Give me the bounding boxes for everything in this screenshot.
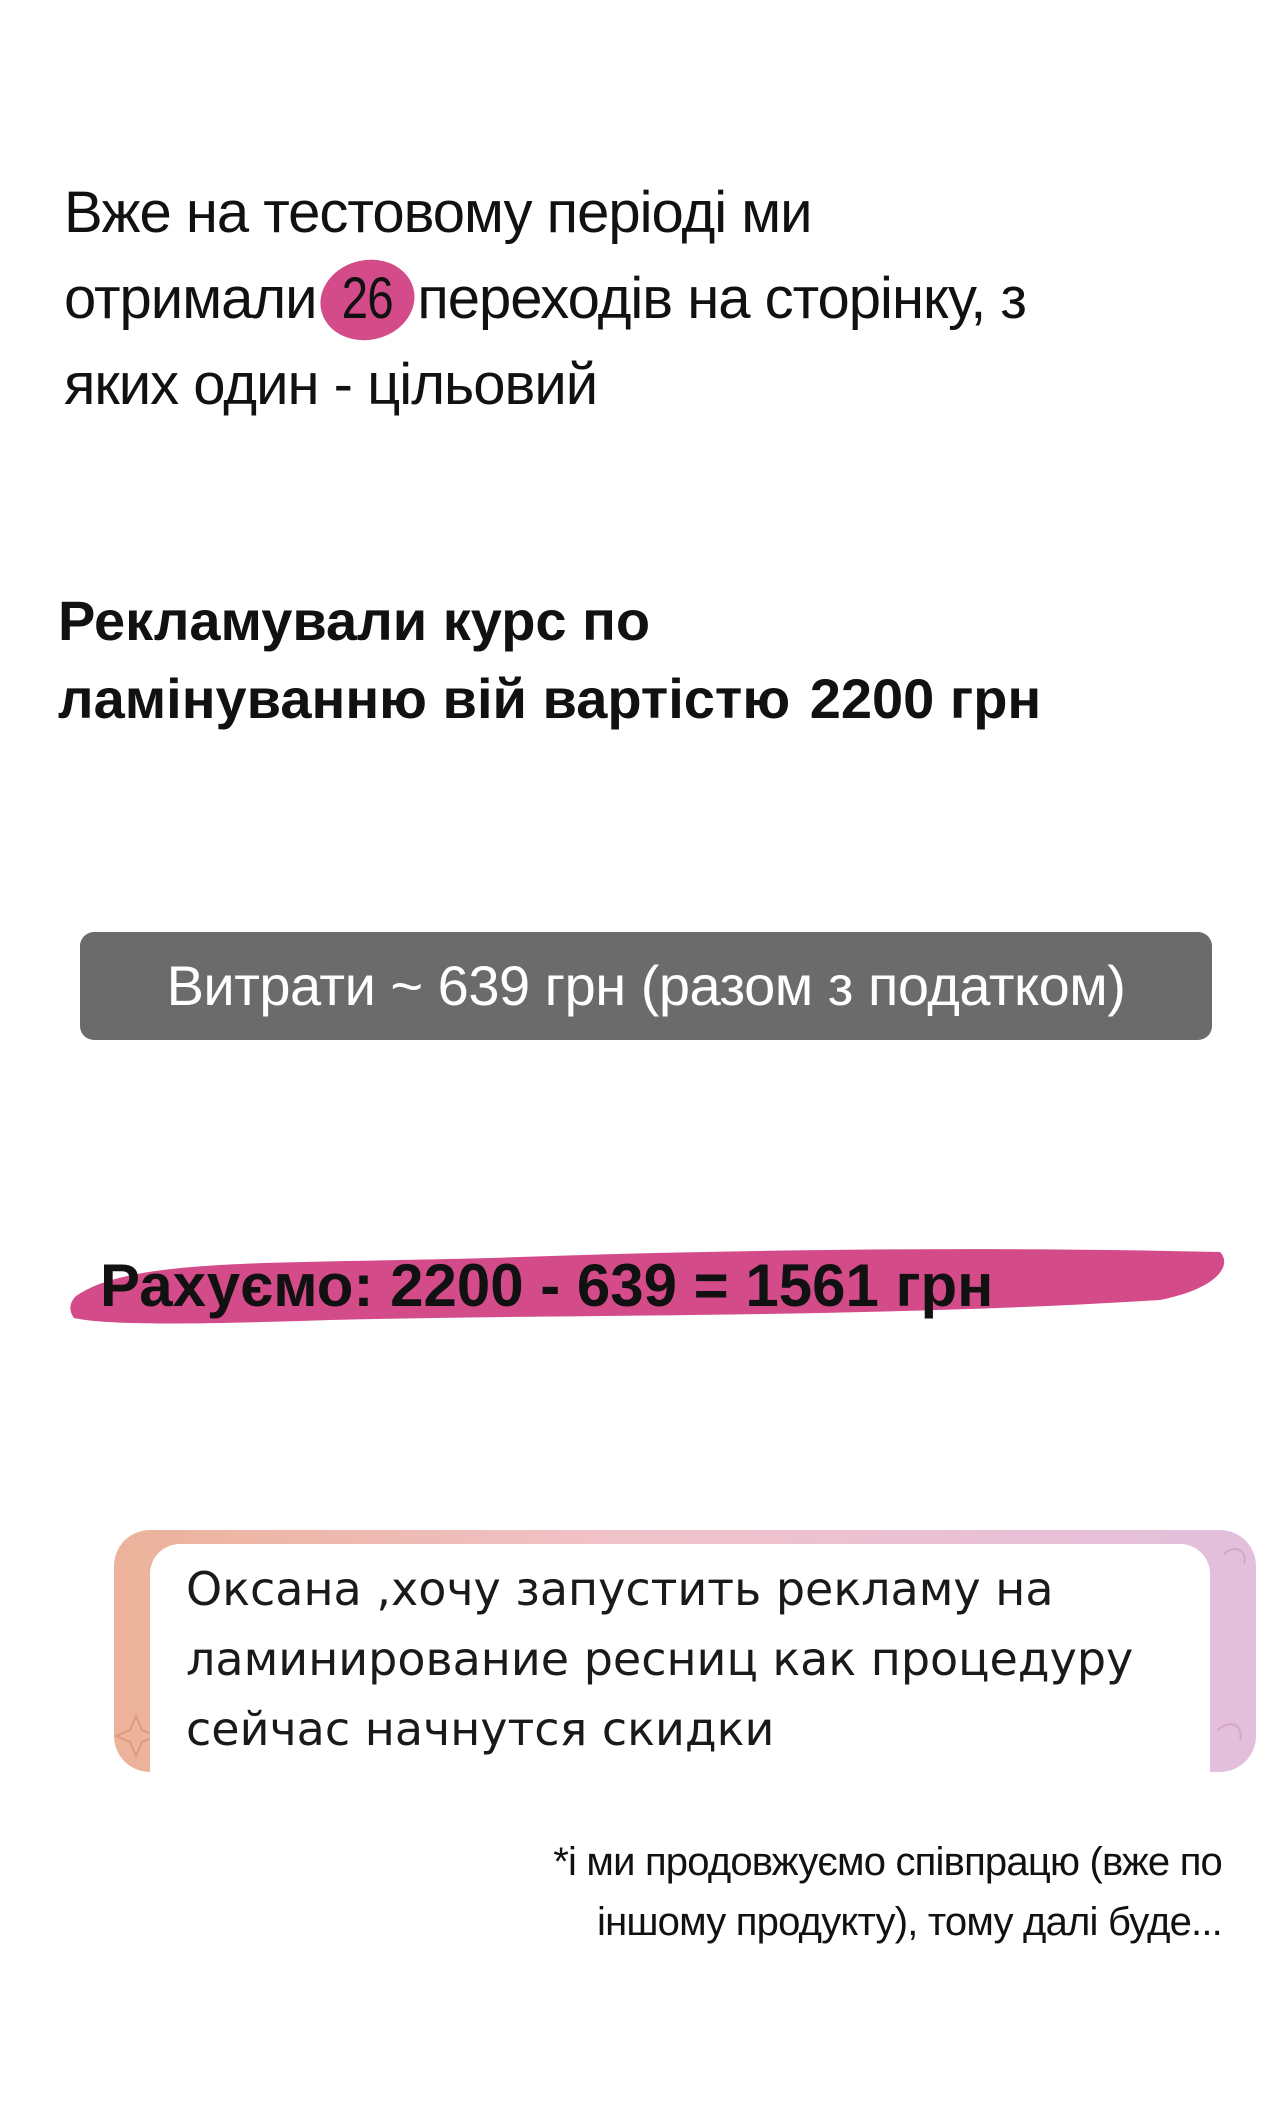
course-heading: Рекламували курс по ламінуванню вій варт…	[58, 582, 1238, 738]
chat-message-line-1: Оксана ,хочу запустить рекламу на	[186, 1562, 1054, 1616]
intro-line-3: яких один - цільовий	[64, 352, 598, 417]
intro-paragraph: Вже на тестовому періоді ми отримали 26 …	[64, 170, 1184, 428]
transitions-count: 26	[341, 266, 393, 331]
intro-line-1: Вже на тестовому періоді ми	[64, 180, 813, 245]
intro-line-2-after: переходів на сторінку, з	[417, 266, 1027, 331]
course-line-2-text: ламінуванню вій вартістю	[58, 667, 791, 730]
costs-pill: Витрати ~ 639 грн (разом з податком)	[80, 932, 1212, 1040]
footnote-line-1: *і ми продовжуємо співпрацю (вже по	[553, 1840, 1223, 1884]
course-price-highlight: 2200 грн	[806, 660, 1046, 738]
costs-text: Витрати ~ 639 грн (разом з податком)	[166, 954, 1126, 1017]
course-line-1: Рекламували курс по	[58, 589, 651, 652]
footnote: *і ми продовжуємо співпрацю (вже по іншо…	[322, 1832, 1223, 1952]
footnote-line-2: іншому продукту), тому далі буде...	[597, 1900, 1223, 1944]
intro-line-2: отримали 26 переходів на сторінку, з	[64, 256, 1184, 342]
intro-line-2-before: отримали	[64, 266, 318, 331]
chat-message-line-3: сейчас начнутся скидки	[186, 1702, 775, 1756]
calculation-text: Рахуємо: 2200 - 639 = 1561 грн	[100, 1252, 994, 1319]
chat-message-bubble: Оксана ,хочу запустить рекламу на ламини…	[150, 1544, 1210, 1772]
chat-message-text: Оксана ,хочу запустить рекламу на ламини…	[186, 1554, 1196, 1764]
calculation-block: Рахуємо: 2200 - 639 = 1561 грн	[70, 1236, 1230, 1336]
chat-message-line-2: ламинирование ресниц как процедуру	[186, 1632, 1134, 1686]
course-price: 2200 грн	[809, 667, 1042, 730]
circled-transitions-count: 26	[338, 256, 396, 342]
chat-screenshot: Оксана ,хочу запустить рекламу на ламини…	[114, 1530, 1256, 1772]
course-line-2: ламінуванню вій вартістю 2200 грн	[58, 660, 1238, 738]
